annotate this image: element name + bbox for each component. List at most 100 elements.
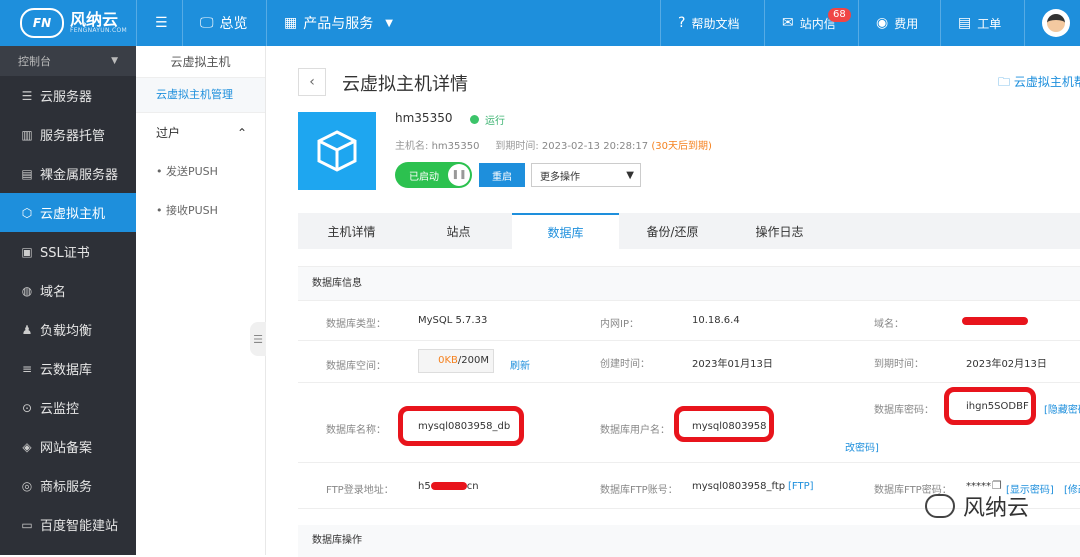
brand-logo[interactable]: FN 风纳云 FENGNAYUN.COM xyxy=(0,0,136,46)
section-title: 数据库信息 xyxy=(298,267,1080,301)
sidebar-item-site-builder[interactable]: ▭ 百度智能建站 xyxy=(0,505,136,544)
monitor-icon: ⊙ xyxy=(21,400,33,415)
host-cube-icon xyxy=(298,112,376,190)
cube-icon: ⬡ xyxy=(21,205,33,220)
subnav-item-manage[interactable]: 云虚拟主机管理 xyxy=(136,78,265,112)
tab-database[interactable]: 数据库 xyxy=(512,213,619,249)
tickets-label: 工单 xyxy=(977,16,1002,31)
transfer-label: 过户 xyxy=(156,126,181,140)
avatar-face-icon xyxy=(1047,14,1065,32)
sidebar-item-ssl[interactable]: ▣ SSL证书 xyxy=(0,232,136,271)
help-icon: ? xyxy=(678,15,686,31)
chevron-up-icon: ⌃ xyxy=(236,125,247,140)
highlight-mark xyxy=(398,406,524,446)
more-operations-select[interactable]: 更多操作 ▼ xyxy=(531,163,641,187)
restart-button[interactable]: 重启 xyxy=(479,163,525,187)
caret-down-icon: ▼ xyxy=(626,169,634,181)
subnav-item-send-push[interactable]: • 发送PUSH xyxy=(136,152,265,191)
user-avatar[interactable] xyxy=(1042,9,1070,37)
back-button[interactable]: ‹ xyxy=(298,68,326,96)
tab-sites[interactable]: 站点 xyxy=(405,213,512,249)
collapse-handle-icon[interactable]: ☰ xyxy=(250,322,266,356)
sidebar-item-hosting[interactable]: ▥ 服务器托管 xyxy=(0,115,136,154)
sidebar-item-cloud-server[interactable]: ☰ 云服务器 xyxy=(0,76,136,115)
divider xyxy=(940,0,941,46)
divider xyxy=(858,0,859,46)
subnav-title: 云虚拟主机 xyxy=(136,46,265,78)
divider xyxy=(266,0,267,46)
sidebar-item-monitor[interactable]: ⊙ 云监控 xyxy=(0,388,136,427)
fees-link[interactable]: ◉ 费用 xyxy=(876,0,918,46)
help-link[interactable]: 🗀 云虚拟主机帮 xyxy=(998,73,1080,94)
server-icon: ☰ xyxy=(21,88,33,103)
host-meta: 主机名: hm35350 到期时间: 2023-02-13 20:28:17 (… xyxy=(395,141,712,152)
status-badge: 运行 xyxy=(470,112,505,127)
logo-mark: FN xyxy=(20,8,64,38)
sidebar-item-virtual-host[interactable]: ⬡ 云虚拟主机 xyxy=(0,193,136,232)
modify-link[interactable]: [修改 xyxy=(1064,481,1080,496)
menu-toggle-button[interactable]: ☰ xyxy=(155,0,174,46)
help-docs-link[interactable]: ? 帮助文档 xyxy=(678,0,739,46)
page-title: 云虚拟主机详情 xyxy=(342,74,468,95)
sidebar-item-trademark[interactable]: ◎ 商标服务 xyxy=(0,466,136,505)
top-navigation-bar: FN 风纳云 FENGNAYUN.COM ☰ 🖵 总览 ▦ 产品与服务 ▼ ? … xyxy=(0,0,1080,46)
divider xyxy=(764,0,765,46)
certificate-icon: ▣ xyxy=(21,244,33,259)
help-docs-label: 帮助文档 xyxy=(691,16,740,31)
watermark: 风纳云 xyxy=(925,490,1029,522)
sidebar-item-icp-record[interactable]: ◈ 网站备案 xyxy=(0,427,136,466)
tab-backup-restore[interactable]: 备份/还原 xyxy=(619,213,726,249)
power-toggle[interactable]: 已启动 ❚❚ xyxy=(395,162,472,188)
status-dot-icon xyxy=(470,115,479,124)
sidebar-item-domain[interactable]: ◍ 域名 xyxy=(0,271,136,310)
change-password-link[interactable]: 改密码] xyxy=(845,439,879,454)
ticket-icon: ▤ xyxy=(958,15,972,31)
highlight-mark xyxy=(674,406,774,442)
coin-icon: ◉ xyxy=(876,15,889,31)
record-icon: ◈ xyxy=(22,439,32,454)
tab-host-details[interactable]: 主机详情 xyxy=(298,213,405,249)
grid-icon: ▦ xyxy=(284,15,298,31)
caret-down-icon: ▼ xyxy=(111,56,118,66)
overview-label: 总览 xyxy=(219,16,248,32)
host-name: hm35350 xyxy=(395,111,453,125)
divider xyxy=(660,0,661,46)
refresh-link[interactable]: 刷新 xyxy=(510,357,530,372)
overview-nav[interactable]: 🖵 总览 xyxy=(200,0,248,46)
pause-icon: ❚❚ xyxy=(448,164,470,186)
created-date: 2023年01月13日 xyxy=(692,359,773,370)
sidebar-item-bare-metal[interactable]: ▤ 裸金属服务器 xyxy=(0,154,136,193)
unread-badge: 68 xyxy=(828,8,851,22)
chevron-left-icon: ‹ xyxy=(309,74,315,90)
expire-warning: (30天后到期) xyxy=(651,141,712,152)
sidebar-item-load-balance[interactable]: ♟ 负载均衡 xyxy=(0,310,136,349)
divider xyxy=(182,0,183,46)
messages-link[interactable]: ✉ 站内信 xyxy=(782,0,836,46)
info-row: 数据库空间： 0KB/200M 刷新 创建时间： 2023年01月13日 到期时… xyxy=(298,341,1080,383)
tab-operation-log[interactable]: 操作日志 xyxy=(726,213,833,249)
highlight-mark xyxy=(944,387,1036,425)
console-dropdown[interactable]: 控制台 ▼ xyxy=(0,46,136,76)
ftp-link[interactable]: [FTP] xyxy=(788,481,814,492)
redacted-ftp-host xyxy=(430,482,467,490)
tickets-link[interactable]: ▤ 工单 xyxy=(958,0,1001,46)
sidebar-item-cloud-db[interactable]: ≡ 云数据库 xyxy=(0,349,136,388)
subnav-item-receive-push[interactable]: • 接收PUSH xyxy=(136,191,265,230)
hide-password-link[interactable]: [隐藏密码 xyxy=(1044,401,1080,416)
db-space-progress: 0KB/200M xyxy=(418,349,494,373)
db-operations-title: 数据库操作 xyxy=(298,525,1080,557)
monitor-icon: 🖵 xyxy=(200,15,214,31)
divider xyxy=(1024,0,1025,46)
folder-icon: 🗀 xyxy=(998,75,1011,89)
products-label: 产品与服务 xyxy=(303,16,374,32)
ftp-address: h5 cn xyxy=(418,481,479,492)
info-row: 数据库类型： MySQL 5.7.33 内网IP： 10.18.6.4 域名： xyxy=(298,301,1080,341)
logo-sub: FENGNAYUN.COM xyxy=(70,27,127,34)
internal-ip: 10.18.6.4 xyxy=(692,315,740,326)
database-icon: ≡ xyxy=(21,361,33,376)
products-menu[interactable]: ▦ 产品与服务 ▼ xyxy=(284,0,393,46)
detail-tabs: 主机详情 站点 数据库 备份/还原 操作日志 xyxy=(298,213,1080,249)
hosting-icon: ▥ xyxy=(21,127,33,142)
sub-navigation: 云虚拟主机 云虚拟主机管理 过户 ⌃ • 发送PUSH • 接收PUSH xyxy=(136,46,266,555)
subnav-group-transfer[interactable]: 过户 ⌃ xyxy=(136,112,265,152)
